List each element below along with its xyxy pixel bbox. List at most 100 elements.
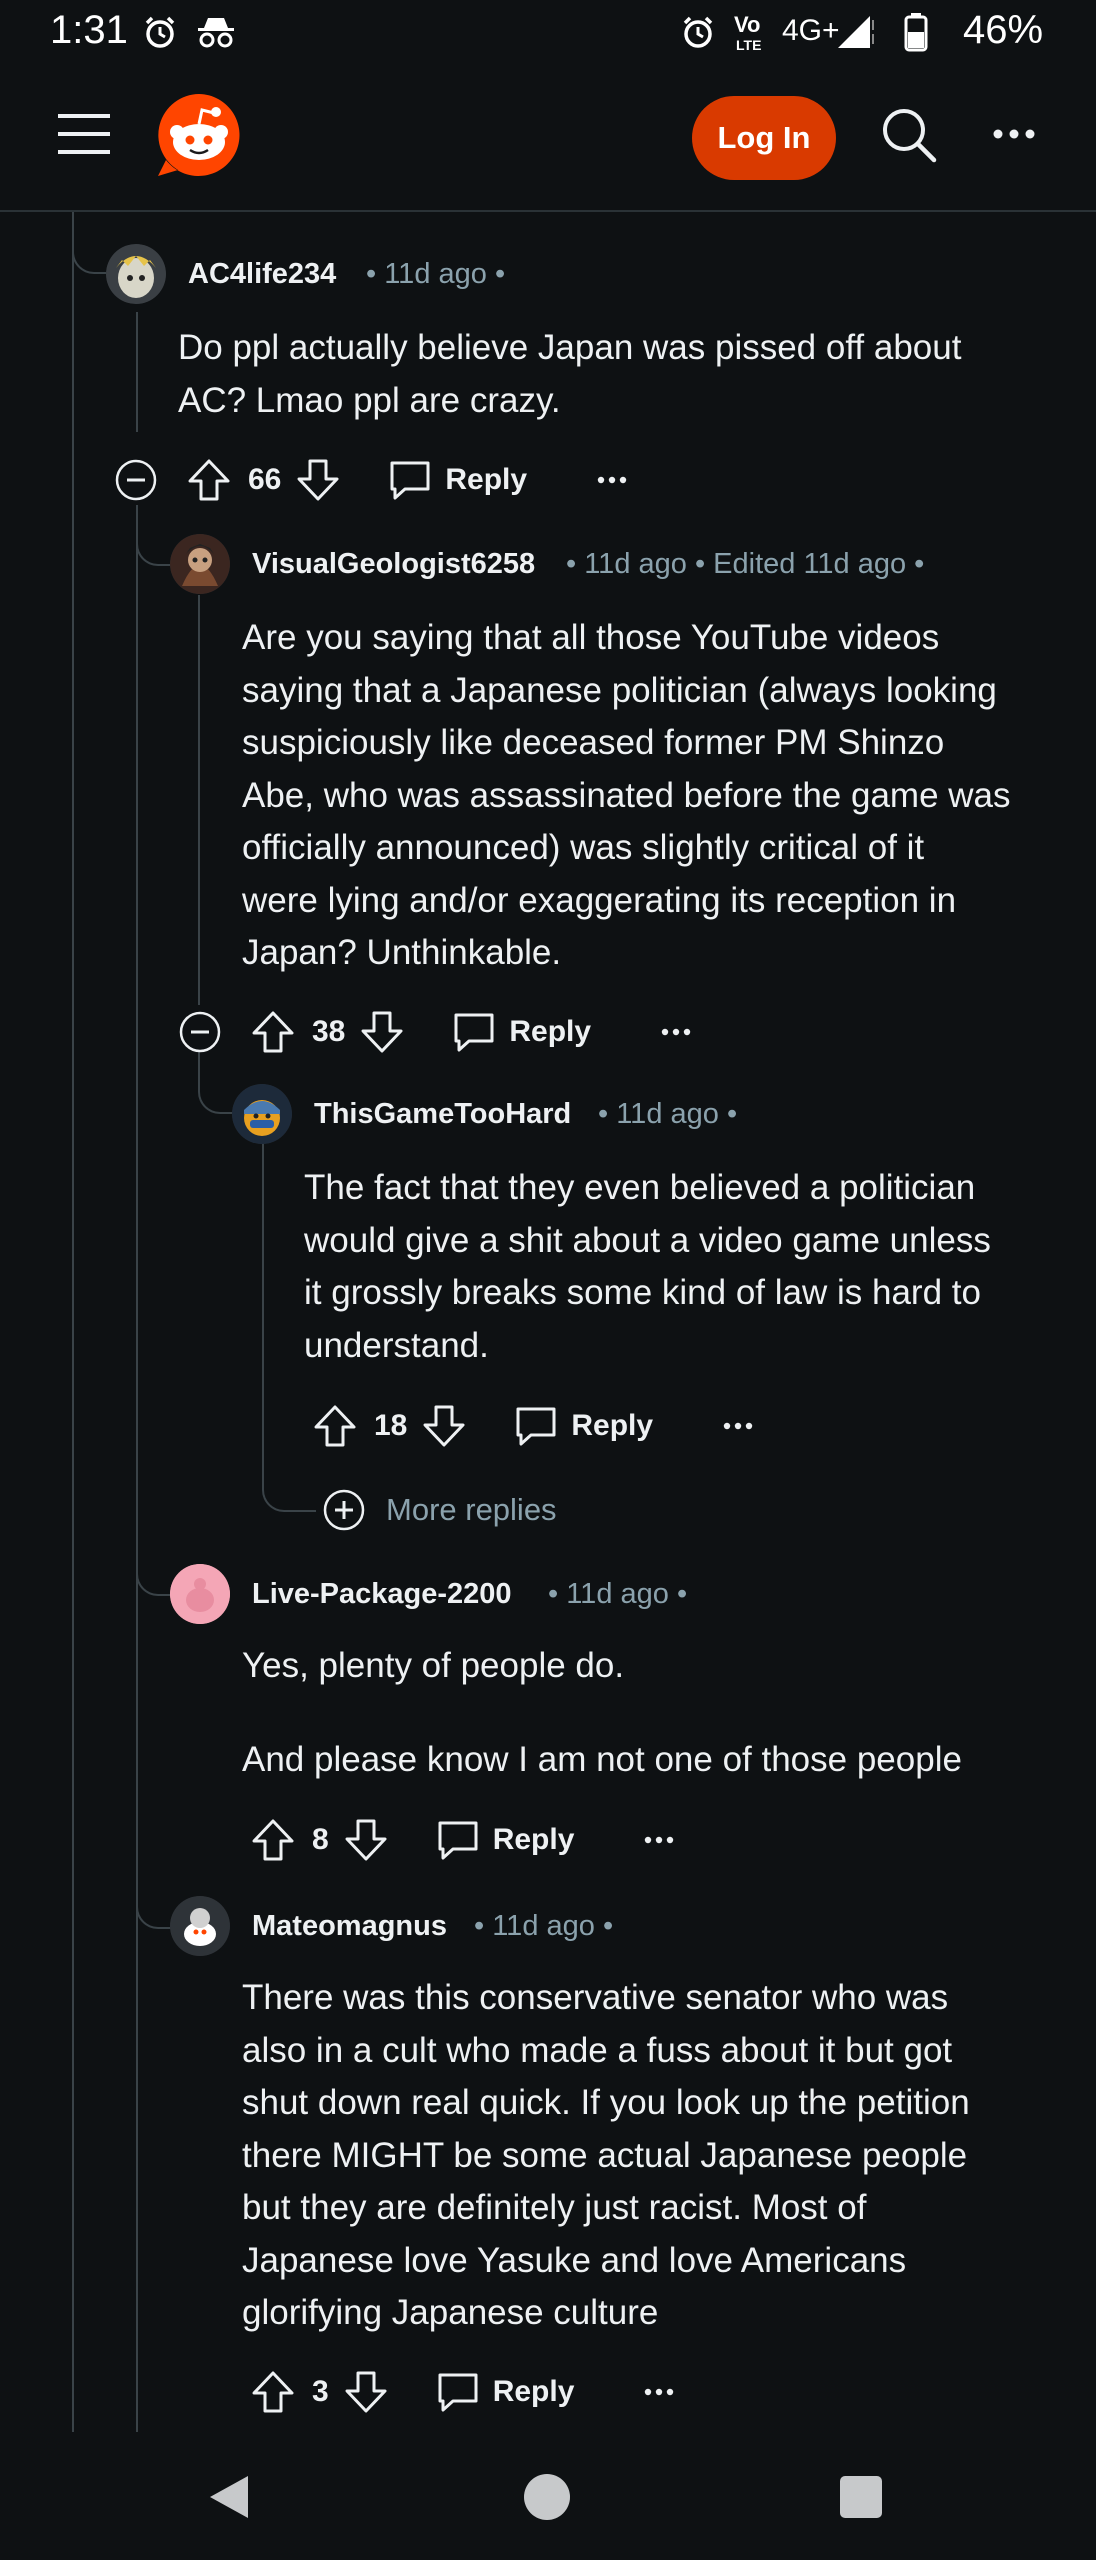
downvote-icon[interactable]	[343, 2369, 389, 2415]
comment-actions: 66 Reply	[186, 450, 627, 510]
search-icon[interactable]	[880, 106, 938, 164]
thread-line	[136, 505, 138, 2432]
comment-line: glorifying Japanese culture	[242, 2293, 659, 2332]
more-replies-label: More replies	[386, 1492, 557, 1527]
comment-meta: • 11d ago •	[366, 258, 506, 290]
upvote-icon[interactable]	[250, 1817, 296, 1863]
recents-icon[interactable]	[838, 2474, 884, 2520]
comment-body: The fact that they even believed a polit…	[304, 1162, 991, 1372]
comment-more-icon[interactable]	[644, 2387, 674, 2397]
comment-meta: • 11d ago •	[598, 1098, 738, 1130]
alarm-icon	[683, 16, 713, 48]
comment-line: would give a shit about a video game unl…	[304, 1220, 991, 1260]
comment-line: AC? Lmao ppl are crazy.	[178, 380, 561, 420]
reply-button[interactable]: Reply	[513, 1403, 653, 1449]
comment-more-icon[interactable]	[644, 1835, 674, 1845]
comment-username[interactable]: Mateomagnus	[252, 1910, 447, 1943]
comment-line: saying that a Japanese politician (alway…	[242, 670, 997, 710]
thread-line	[198, 595, 200, 1005]
comment-line: there MIGHT be some actual Japanese peop…	[242, 2135, 968, 2175]
collapse-icon[interactable]	[114, 458, 158, 502]
status-bar: 1:31 Vo LTE 4G+ 46%	[0, 0, 1096, 62]
avatar[interactable]	[106, 244, 166, 304]
upvote-icon[interactable]	[312, 1403, 358, 1449]
avatar-ac4life-icon	[106, 244, 166, 304]
comment-line: Do ppl actually believe Japan was pissed…	[178, 328, 962, 367]
comment-body: Yes, plenty of people do. And please kno…	[242, 1642, 962, 1783]
avatar[interactable]	[170, 1896, 230, 1956]
upvote-icon[interactable]	[250, 1009, 296, 1055]
downvote-icon[interactable]	[359, 1009, 405, 1055]
comment-line: shut down real quick. If you look up the…	[242, 2083, 970, 2122]
volte-icon: Vo LTE	[734, 12, 761, 53]
comment-line: understand.	[304, 1325, 489, 1365]
incognito-icon	[198, 18, 234, 48]
menu-icon[interactable]	[58, 112, 110, 156]
vote-count: 3	[312, 2375, 329, 2408]
back-icon[interactable]	[206, 2472, 252, 2522]
vote-count: 18	[374, 1409, 408, 1442]
svg-text:LTE: LTE	[736, 37, 761, 53]
comment-line: Are you saying that all those YouTube vi…	[242, 618, 940, 657]
comment-meta: • 11d ago • Edited 11d ago •	[566, 548, 925, 580]
comment-body: Are you saying that all those YouTube vi…	[242, 612, 1011, 980]
comment-line: Abe, who was assassinated before the gam…	[242, 775, 1011, 815]
battery-icon	[904, 13, 928, 52]
reply-button[interactable]: Reply	[435, 2369, 574, 2415]
battery-percent: 46%	[963, 8, 1044, 52]
vote-count: 8	[312, 1823, 329, 1856]
avatar-thisgametoohard-icon	[232, 1084, 292, 1144]
avatar[interactable]	[170, 534, 230, 594]
svg-text:Vo: Vo	[734, 12, 760, 37]
reply-icon	[454, 1013, 494, 1052]
reply-button[interactable]: Reply	[435, 1817, 575, 1863]
reply-icon	[438, 1821, 478, 1860]
thread-connector	[262, 1400, 316, 1512]
vote-count: 38	[312, 1015, 346, 1048]
reply-button[interactable]: Reply	[451, 1009, 591, 1055]
signal-icon	[838, 16, 874, 48]
comment-line: Yes, plenty of people do.	[242, 1646, 625, 1685]
home-icon[interactable]	[522, 2472, 572, 2522]
avatar[interactable]	[170, 1564, 230, 1624]
comment-actions: 3 Reply	[250, 2362, 674, 2422]
comment-body: There was this conservative senator who …	[242, 1972, 970, 2340]
comment-meta: • 11d ago •	[474, 1910, 614, 1942]
comment-line	[242, 1689, 962, 1736]
comment-more-icon[interactable]	[661, 1027, 691, 1037]
reply-icon	[438, 2373, 478, 2412]
upvote-icon[interactable]	[186, 457, 232, 503]
downvote-icon[interactable]	[295, 457, 341, 503]
login-button[interactable]: Log In	[692, 96, 836, 180]
comment-line: And please know I am not one of those pe…	[242, 1740, 962, 1779]
downvote-icon[interactable]	[343, 1817, 389, 1863]
upvote-icon[interactable]	[250, 2369, 296, 2415]
comment-username[interactable]: AC4life234	[188, 258, 336, 291]
downvote-icon[interactable]	[421, 1403, 467, 1449]
vote-count: 66	[248, 463, 282, 496]
comment-username[interactable]: ThisGameTooHard	[314, 1098, 571, 1131]
comment-line: Japanese love Yasuke and love Americans	[242, 2240, 907, 2280]
comment-body: Do ppl actually believe Japan was pissed…	[178, 322, 961, 427]
comment-line: but they are definitely just racist. Mos…	[242, 2188, 867, 2227]
avatar-mateomagnus-icon	[170, 1896, 230, 1956]
comment-username[interactable]: VisualGeologist6258	[252, 548, 535, 581]
reply-icon	[390, 461, 430, 500]
comment-line: officially announced) was slightly criti…	[242, 828, 925, 867]
reply-label: Reply	[492, 1823, 575, 1856]
more-icon[interactable]	[992, 128, 1036, 140]
thread-connector	[136, 1893, 172, 1929]
reply-button[interactable]: Reply	[387, 457, 527, 503]
avatar[interactable]	[232, 1084, 292, 1144]
comment-more-icon[interactable]	[597, 475, 627, 485]
comment-meta: • 11d ago •	[548, 1578, 688, 1610]
comment-username[interactable]: Live-Package-2200	[252, 1578, 512, 1611]
comment-more-icon[interactable]	[723, 1421, 753, 1431]
thread-connector	[136, 530, 172, 566]
collapse-icon[interactable]	[178, 1010, 222, 1054]
reddit-logo-icon[interactable]	[156, 92, 242, 178]
comment-actions: 8 Reply	[250, 1810, 674, 1870]
comment-line: were lying and/or exaggerating its recep…	[242, 880, 957, 920]
plus-circle-icon	[323, 1489, 365, 1531]
alarm-icon	[145, 16, 175, 48]
